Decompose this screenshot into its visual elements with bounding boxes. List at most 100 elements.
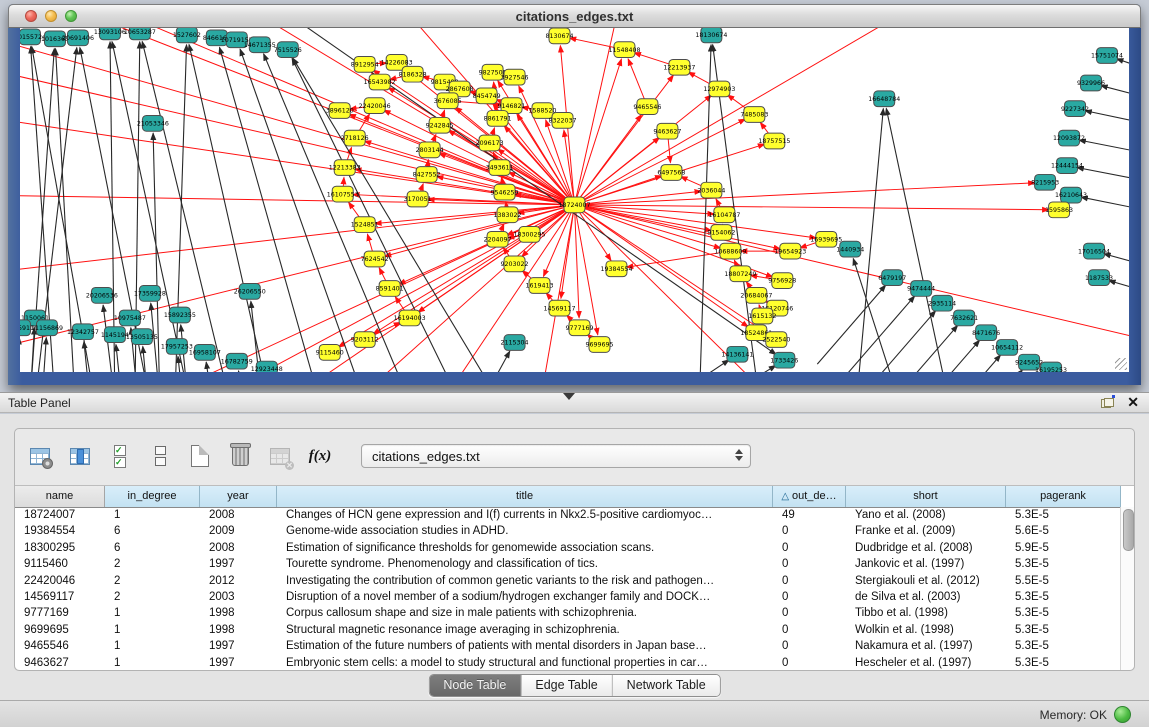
graph-node[interactable]: 9756928 [768,273,796,289]
graph-node[interactable]: 17359928 [134,286,166,302]
table-row[interactable]: 2242004622012Investigating the contribut… [15,574,1134,590]
graph-node[interactable]: 1383022 [494,207,522,223]
graph-node[interactable]: 1615132 [748,308,776,324]
function-builder-icon[interactable]: f(x) [307,443,333,469]
graph-node[interactable]: 8215953 [1031,174,1059,190]
graph-node[interactable]: 2803144 [416,142,444,158]
table-row[interactable]: 1938455462009Genome-wide association stu… [15,524,1134,540]
graph-node[interactable]: 9329966 [1077,75,1105,91]
table-row[interactable]: 1456911722003Disruption of a novel membe… [15,590,1134,606]
window-titlebar[interactable]: citations_edges.txt [8,4,1141,28]
table-vertical-scrollbar[interactable] [1120,507,1134,670]
graph-node[interactable]: 1524851 [351,217,379,233]
graph-node[interactable]: 9474444 [907,281,935,297]
graph-node[interactable]: 18300295 [514,227,546,243]
graph-node[interactable]: 9465546 [633,99,661,115]
column-header-pagerank[interactable]: pagerank [1006,486,1121,507]
graph-node[interactable]: 20691406 [62,30,94,46]
graph-node[interactable]: 1619413 [526,278,554,294]
graph-node[interactable]: 8454749 [473,88,501,104]
graph-node[interactable]: 1187533 [1085,270,1113,286]
memory-status-icon[interactable] [1114,706,1131,723]
graph-node[interactable]: 1527602 [173,28,201,43]
graph-node[interactable]: 8861791 [484,111,512,127]
graph-node[interactable]: 2115304 [501,335,529,351]
graph-node[interactable]: 10688609 [714,243,746,259]
split-pane-grip-icon[interactable] [563,393,575,400]
tab-node-table[interactable]: Node Table [429,675,521,696]
graph-node[interactable]: 17016504 [1078,243,1110,259]
graph-node[interactable]: 16210643 [1055,187,1087,203]
graph-node[interactable]: 9777169 [565,320,593,336]
column-header-year[interactable]: year [200,486,277,507]
create-document-icon[interactable] [187,443,213,469]
table-row[interactable]: 1872400712008Changes of HCN gene express… [15,508,1134,524]
table-options-icon[interactable] [27,443,53,469]
graph-node[interactable]: 2096173 [476,135,504,151]
graph-node[interactable]: 18130674 [695,28,727,43]
graph-node[interactable]: 9154062 [707,225,735,241]
graph-node[interactable]: 16107553 [327,186,359,202]
graph-node[interactable]: 7624542 [361,251,389,267]
graph-node[interactable]: 9203112 [351,332,379,348]
graph-node[interactable]: 16543982 [364,74,396,90]
graph-node[interactable]: 18757515 [758,133,790,149]
graph-node[interactable]: 15751074 [1091,48,1123,64]
graph-node[interactable]: 16939695 [810,231,842,247]
table-row[interactable]: 946554611997Estimation of the future num… [15,639,1134,655]
graph-node[interactable]: 9242845 [426,117,454,133]
graph-node[interactable]: 7632621 [950,310,978,326]
table-selector-dropdown[interactable]: citations_edges.txt [361,444,751,468]
graph-node[interactable]: 6479197 [878,270,906,286]
column-header-in_degree[interactable]: in_degree [105,486,200,507]
graph-node[interactable]: 10654112 [991,340,1023,356]
graph-node[interactable]: 16648784 [868,91,900,107]
column-header-out_de[interactable]: △out_de… [773,486,846,507]
column-header-title[interactable]: title [277,486,773,507]
graph-node[interactable]: 8591401 [376,281,404,297]
graph-node[interactable]: 8912954 [351,57,379,73]
graph-node[interactable]: 12213937 [663,59,695,75]
graph-node[interactable]: 1733426 [770,352,798,368]
close-panel-icon[interactable]: ✕ [1127,395,1139,409]
graph-node[interactable]: 12093872 [1053,130,1085,146]
tab-edge-table[interactable]: Edge Table [521,675,612,696]
graph-node[interactable]: 9115460 [316,344,344,360]
graph-node[interactable]: 14569117 [544,300,576,316]
graph-node[interactable]: 8322037 [549,113,577,129]
graph-node[interactable]: 9463627 [653,123,681,139]
graph-node[interactable]: 12444154 [1051,158,1083,174]
graph-node[interactable]: 19654923 [774,243,806,259]
graph-node[interactable]: 2935114 [928,295,956,311]
scrollbar-thumb[interactable] [1123,509,1134,551]
graph-node[interactable]: 2522540 [762,332,790,348]
graph-node[interactable]: 2718126 [341,130,369,146]
graph-node[interactable]: 3170051 [404,191,432,207]
graph-node[interactable]: 1145194 [101,327,129,343]
network-canvas[interactable]: 2015572410163632069140613093106106532871… [20,28,1129,372]
table-row[interactable]: 977716911998Corpus callosum shape and si… [15,606,1134,622]
graph-node[interactable]: 1595863 [1045,202,1073,218]
resize-grip-icon[interactable] [1115,358,1127,370]
delete-icon[interactable] [227,443,253,469]
table-row[interactable]: 946362711997Embryonic stem cells: a mode… [15,656,1134,670]
graph-node[interactable]: 1440934 [836,241,864,257]
graph-node[interactable]: 13093106 [94,28,126,40]
graph-node[interactable]: 8427552 [413,167,441,183]
graph-node[interactable]: 9546259 [491,184,519,200]
graph-node[interactable]: 18807249 [724,266,756,282]
graph-node[interactable]: 12923448 [251,361,283,372]
graph-node[interactable]: 11548408 [608,42,640,58]
graph-node[interactable]: 7485083 [740,107,768,123]
graph-node[interactable]: 14136141 [721,346,753,362]
graph-node[interactable]: 26206550 [234,284,266,300]
table-row[interactable]: 969969511998Structural magnetic resonanc… [15,623,1134,639]
graph-node[interactable]: 8130674 [546,28,574,44]
float-panel-icon[interactable] [1101,397,1113,408]
graph-node[interactable]: 9203022 [501,256,529,272]
table-row[interactable]: 1830029562008Estimation of significance … [15,541,1134,557]
graph-node[interactable]: 9227342 [1061,101,1089,117]
column-header-short[interactable]: short [846,486,1006,507]
graph-node[interactable]: 6497568 [657,165,685,181]
graph-node[interactable]: 19384554 [600,261,632,277]
